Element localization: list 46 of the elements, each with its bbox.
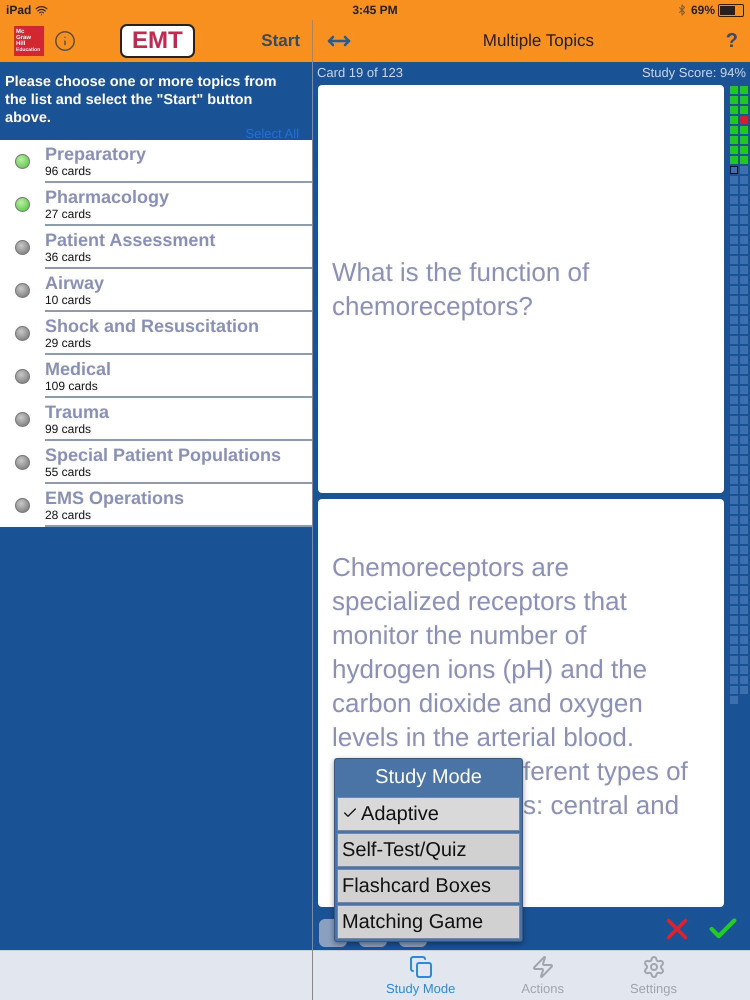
menu-item[interactable]: Matching Game bbox=[337, 905, 520, 939]
card-count: 29 cards bbox=[45, 336, 92, 350]
topic-name: Patient Assessment bbox=[45, 230, 216, 250]
card-count: 99 cards bbox=[45, 422, 92, 436]
topic-name: Preparatory bbox=[45, 144, 148, 164]
answer-text: ferent types of bbox=[523, 755, 688, 788]
topic-name: Pharmacology bbox=[45, 186, 170, 206]
menu-item[interactable]: Self-Test/Quiz bbox=[337, 833, 520, 867]
answer-text: s: central and bbox=[523, 789, 680, 822]
instructions-text: Please choose one or more topics from the list and select the "Start" button above. bbox=[4, 73, 278, 127]
topic-name: Special Patient Populations bbox=[45, 444, 282, 464]
battery-percent: 69% bbox=[690, 3, 715, 17]
card-count: 55 cards bbox=[45, 464, 92, 478]
topic-name: Trauma bbox=[45, 402, 110, 422]
topic-item[interactable]: Preparatory 96 cards bbox=[45, 140, 312, 183]
topic-item[interactable]: Airway 10 cards bbox=[45, 269, 312, 312]
menu-item[interactable]: Adaptive bbox=[337, 797, 520, 831]
card-count: 96 cards bbox=[45, 164, 92, 178]
topic-name: Medical bbox=[45, 358, 112, 378]
menu-title: Study Mode bbox=[374, 765, 483, 790]
menu-item[interactable]: Flashcard Boxes bbox=[337, 869, 520, 903]
topic-name: Shock and Resuscitation bbox=[45, 316, 260, 336]
card-count: 36 cards bbox=[45, 250, 92, 264]
screen-title: Multiple Topics bbox=[482, 31, 595, 51]
answer-text: Chemoreceptors are specialized receptors that monitor the number of hydrogen ions (pH) and the carbon dioxide and oxygen levels in the arterial blood. bbox=[332, 551, 648, 754]
topic-name: Airway bbox=[45, 272, 106, 292]
app-title: EMT bbox=[120, 24, 195, 58]
help-button[interactable]: ? bbox=[726, 30, 738, 52]
card-count: 109 cards bbox=[45, 378, 99, 392]
device-name: iPad bbox=[6, 3, 32, 17]
topic-item[interactable]: Medical 109 cards bbox=[45, 355, 312, 398]
topic-item[interactable]: Shock and Resuscitation 29 cards bbox=[45, 312, 312, 355]
card-count: 27 cards bbox=[45, 206, 92, 220]
topic-item[interactable]: EMS Operations 28 cards bbox=[45, 484, 312, 527]
study-score: Study Score: 94% bbox=[642, 65, 746, 80]
topic-name: EMS Operations bbox=[45, 488, 186, 508]
topic-item[interactable]: Special Patient Populations 55 cards bbox=[45, 441, 312, 484]
card-count: 28 cards bbox=[45, 508, 92, 522]
question-text: What is the function of chemoreceptors? bbox=[332, 256, 590, 323]
card-count: 10 cards bbox=[45, 292, 92, 306]
topic-item[interactable]: Pharmacology 27 cards bbox=[45, 183, 312, 226]
start-button[interactable]: Start bbox=[261, 31, 300, 51]
card-position: Card 19 of 123 bbox=[317, 65, 404, 80]
clock: 3:45 PM bbox=[352, 3, 398, 17]
topic-item[interactable]: Patient Assessment 36 cards bbox=[45, 226, 312, 269]
topic-item[interactable]: Trauma 99 cards bbox=[45, 398, 312, 441]
